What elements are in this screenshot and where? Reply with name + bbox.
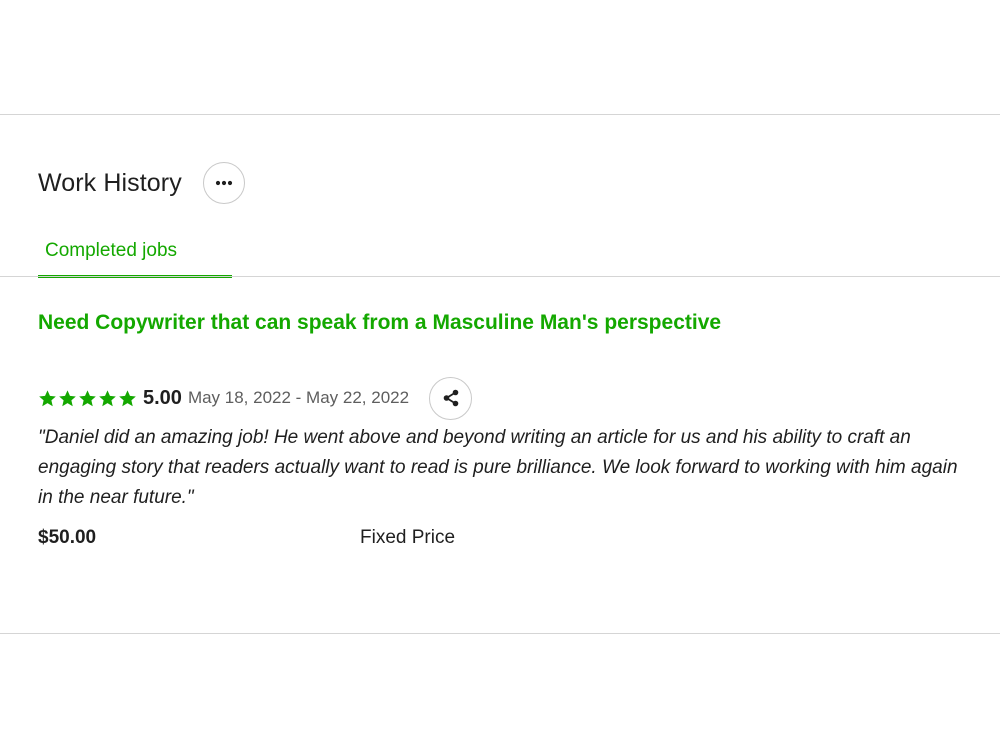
- job-price-type: Fixed Price: [360, 527, 456, 548]
- work-history-tabs: Completed jobs: [0, 228, 1000, 278]
- more-options-button[interactable]: [202, 162, 245, 204]
- client-feedback: "Daniel did an amazing job! He went abov…: [38, 427, 958, 508]
- top-divider: [0, 114, 1000, 115]
- tab-label: Completed jobs: [45, 240, 178, 261]
- star-icon: [119, 389, 136, 406]
- more-horizontal-icon: [215, 180, 232, 186]
- job-item: Need Copywriter that can speak from a Ma…: [38, 308, 958, 553]
- star-icon: [39, 389, 56, 406]
- work-history-header: Work History: [38, 160, 245, 206]
- share-icon: [443, 389, 458, 407]
- price-row: $50.00 Fixed Price: [38, 523, 958, 553]
- job-date-range: May 18, 2022 - May 22, 2022: [187, 388, 410, 407]
- job-price: $50.00: [38, 527, 97, 548]
- bottom-divider: [0, 633, 1000, 634]
- star-icon: [79, 389, 96, 406]
- tab-completed-jobs[interactable]: Completed jobs: [38, 228, 232, 278]
- rating-score: 5.00: [143, 386, 182, 409]
- star-icon: [59, 389, 76, 406]
- star-rating: [38, 389, 137, 408]
- tabs-divider: [0, 276, 1000, 277]
- section-title: Work History: [38, 168, 182, 197]
- share-button[interactable]: [429, 376, 473, 420]
- rating-row: 5.00 May 18, 2022 - May 22, 2022: [38, 376, 958, 420]
- job-title-link[interactable]: Need Copywriter that can speak from a Ma…: [38, 308, 958, 338]
- star-icon: [99, 389, 116, 406]
